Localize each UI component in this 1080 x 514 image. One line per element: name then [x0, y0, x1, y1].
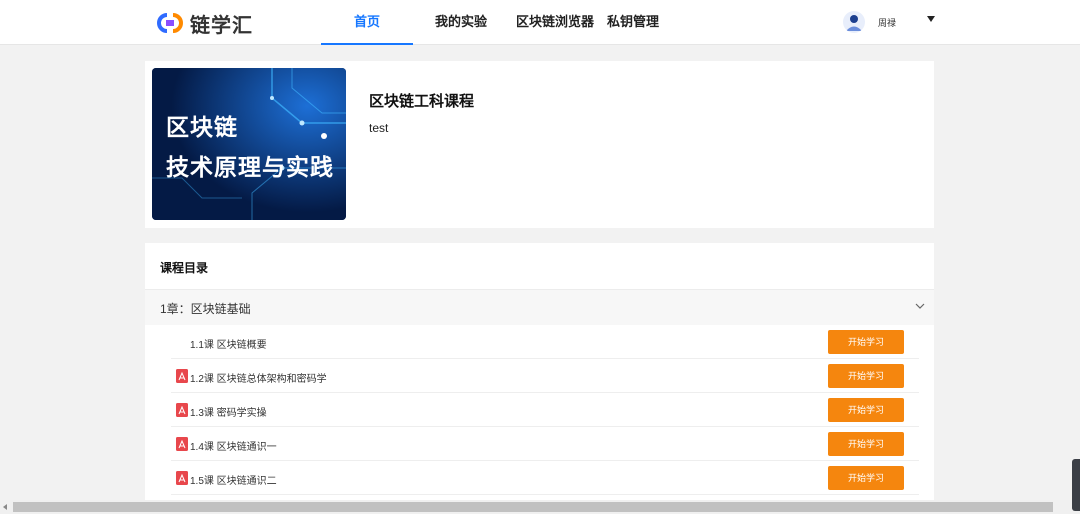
- nav-private-key-management[interactable]: 私钥管理: [601, 0, 665, 45]
- course-title: 区块链工科课程: [369, 93, 475, 110]
- course-cover-image: 区块链 技术原理与实践: [152, 68, 346, 220]
- lesson-item: 1.1课 区块链概要 开始学习: [171, 325, 919, 359]
- lesson-label[interactable]: 1.2课 区块链总体架构和密码学: [190, 370, 327, 385]
- catalog-title: 课程目录: [160, 261, 209, 275]
- lesson-label[interactable]: 1.4课 区块链通识一: [190, 438, 277, 453]
- chevron-down-icon[interactable]: [914, 300, 926, 312]
- user-menu[interactable]: 周禄: [843, 10, 935, 34]
- course-catalog: 课程目录 1章：区块链基础 1.1课 区块链概要 开始学习 1.2课 区块链总体…: [145, 243, 934, 500]
- logo-icon: [157, 13, 183, 33]
- cover-title-line1: 区块链: [166, 114, 238, 140]
- lesson-item: 1.2课 区块链总体架构和密码学 开始学习: [171, 359, 919, 393]
- nav-my-experiments[interactable]: 我的实验: [413, 0, 509, 45]
- lesson-item: 1.3课 密码学实操 开始学习: [171, 393, 919, 427]
- start-learning-button[interactable]: 开始学习: [828, 364, 904, 388]
- caret-down-icon[interactable]: [927, 16, 935, 22]
- main-nav: 首页 我的实验 区块链浏览器 私钥管理: [321, 0, 665, 45]
- course-card: 区块链 技术原理与实践 区块链工科课程 test: [145, 61, 934, 228]
- lesson-label[interactable]: 1.3课 密码学实操: [190, 404, 267, 419]
- nav-home[interactable]: 首页: [321, 0, 413, 45]
- lesson-item: 1.5课 区块链通识二 开始学习: [171, 461, 919, 495]
- cover-title-line2: 技术原理与实践: [166, 154, 334, 180]
- nav-blockchain-explorer[interactable]: 区块链浏览器: [509, 0, 601, 45]
- logo-text: 链学汇: [190, 14, 253, 37]
- lesson-label[interactable]: 1.5课 区块链通识二: [190, 472, 277, 487]
- pdf-icon: [176, 403, 188, 417]
- scrollbar-thumb[interactable]: [13, 502, 1053, 512]
- pdf-icon: [176, 471, 188, 485]
- chapter-header[interactable]: 1章：区块链基础: [145, 289, 934, 325]
- start-learning-button[interactable]: 开始学习: [828, 330, 904, 354]
- avatar-icon: [843, 11, 865, 33]
- course-description: test: [369, 121, 389, 135]
- lesson-label: 1.1课 区块链概要: [190, 340, 267, 351]
- chapter-label: 1章：区块链基础: [160, 302, 251, 316]
- pdf-icon: [176, 437, 188, 451]
- logo[interactable]: 链学汇: [154, 9, 253, 37]
- scroll-left-arrow-icon[interactable]: [3, 504, 7, 510]
- user-name: 周禄: [878, 17, 897, 28]
- top-navbar: 链学汇 首页 我的实验 区块链浏览器 私钥管理 周禄: [0, 0, 1080, 45]
- lesson-item: 1.4课 区块链通识一 开始学习: [171, 427, 919, 461]
- side-floating-widget[interactable]: [1072, 459, 1080, 511]
- start-learning-button[interactable]: 开始学习: [828, 398, 904, 422]
- start-learning-button[interactable]: 开始学习: [828, 466, 904, 490]
- horizontal-scrollbar[interactable]: [0, 500, 1080, 514]
- start-learning-button[interactable]: 开始学习: [828, 432, 904, 456]
- pdf-icon: [176, 369, 188, 383]
